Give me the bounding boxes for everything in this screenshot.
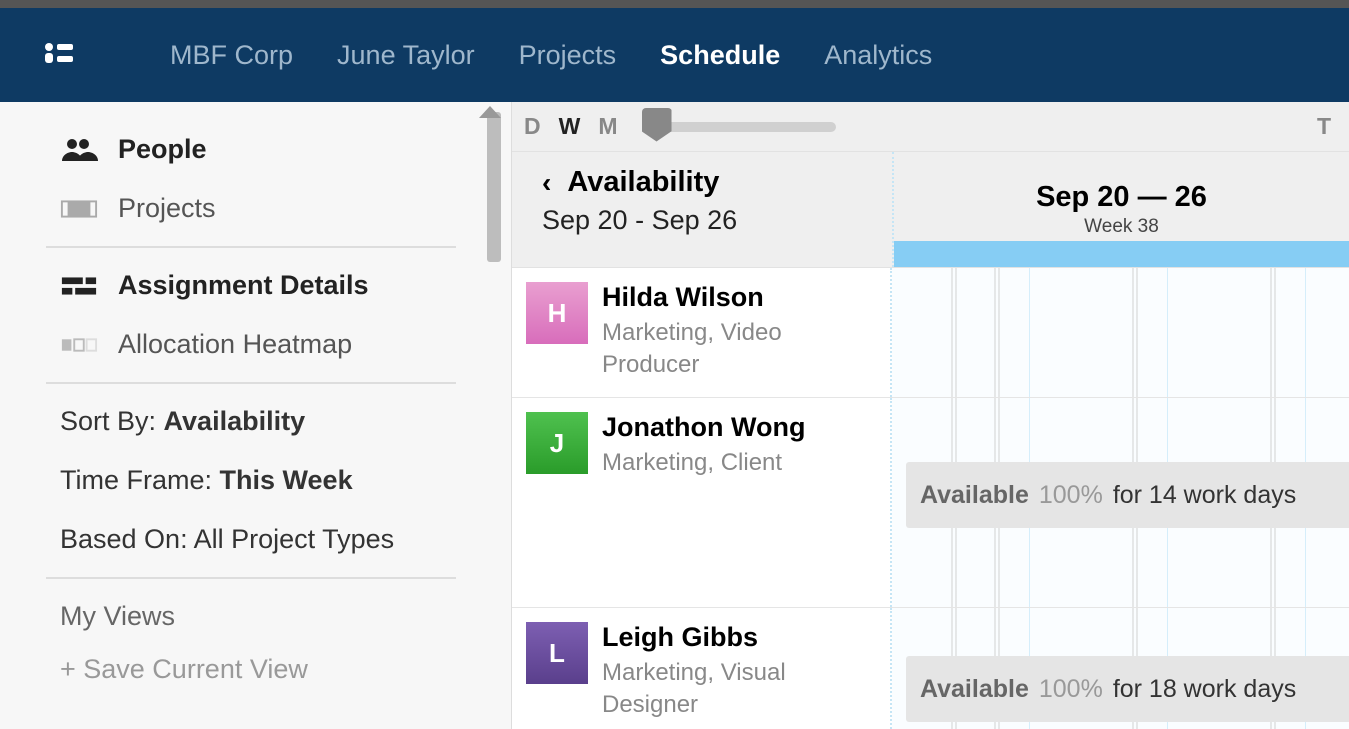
zoom-day[interactable]: D [524,113,541,140]
selection-bar[interactable] [894,241,1349,267]
availability-pill-text: for 18 work days [1113,675,1296,704]
availability-pill-pct: 100% [1039,675,1103,704]
availability-pill-pct: 100% [1039,481,1103,510]
app-logo-icon[interactable] [40,37,76,73]
based-on-label: Based On: [60,524,188,554]
avatar[interactable]: H [526,282,588,344]
sidebar-label-projects: Projects [118,193,216,224]
based-on-row[interactable]: Based On: All Project Types [60,510,456,569]
person-row[interactable]: H Hilda Wilson Marketing, Video Producer [512,268,1349,398]
sort-by-value: Availability [164,406,306,436]
sidebar-item-projects[interactable]: Projects [60,179,456,238]
person-timeline[interactable]: Available 100% for 14 work days [892,398,1349,607]
week-title: Sep 20 — 26 [1036,181,1207,214]
save-current-view[interactable]: + Save Current View [60,646,456,693]
nav-analytics[interactable]: Analytics [824,40,932,71]
nav-projects[interactable]: Projects [519,40,617,71]
zoom-slider-knob[interactable] [642,108,672,142]
zoom-slider[interactable] [646,122,836,132]
person-name: Jonathon Wong [602,412,805,443]
sidebar-item-assignment-details[interactable]: Assignment Details [60,256,456,315]
allocation-heatmap-icon [60,333,100,357]
based-on-value: All Project Types [194,524,395,554]
availability-pill[interactable]: Available 100% for 18 work days [906,656,1349,722]
sidebar-divider-2 [46,382,456,384]
time-frame-value: This Week [220,465,353,495]
availability-header-right: Sep 20 — 26 Week 38 [892,152,1349,267]
week-number: Week 38 [1084,216,1159,238]
main-header: MBF Corp June Taylor Projects Schedule A… [0,8,1349,102]
person-name: Leigh Gibbs [602,622,862,653]
projects-icon [60,197,100,221]
sidebar-scrollbar[interactable] [487,112,501,262]
sidebar-container: People Projects Assignment Details A [0,102,512,729]
person-info: J Jonathon Wong Marketing, Client [512,398,892,607]
time-frame-label: Time Frame: [60,465,212,495]
people-list: H Hilda Wilson Marketing, Video Producer… [512,268,1349,729]
availability-pill[interactable]: Available 100% for 14 work days [906,462,1349,528]
availability-pill-text: for 14 work days [1113,481,1296,510]
sidebar-divider-3 [46,577,456,579]
availability-header: ‹ Availability Sep 20 - Sep 26 Sep 20 — … [512,152,1349,268]
availability-header-left: ‹ Availability Sep 20 - Sep 26 [512,152,892,267]
assignment-details-icon [60,274,100,298]
person-role: Marketing, Visual Designer [602,657,862,722]
sidebar-label-allocation-heatmap: Allocation Heatmap [118,329,352,360]
zoom-week[interactable]: W [559,113,581,140]
sidebar-item-allocation-heatmap[interactable]: Allocation Heatmap [60,315,456,374]
avatar[interactable]: L [526,622,588,684]
nav-user[interactable]: June Taylor [337,40,475,71]
person-row[interactable]: L Leigh Gibbs Marketing, Visual Designer… [512,608,1349,729]
nav-org[interactable]: MBF Corp [170,40,293,71]
zoom-month[interactable]: M [598,113,617,140]
sidebar-label-assignment-details: Assignment Details [118,270,369,301]
sidebar-divider-1 [46,246,456,248]
person-info: H Hilda Wilson Marketing, Video Producer [512,268,892,397]
sort-by-row[interactable]: Sort By: Availability [60,392,456,451]
person-name: Hilda Wilson [602,282,862,313]
sidebar: People Projects Assignment Details A [0,102,480,693]
person-role: Marketing, Video Producer [602,317,862,382]
nav-schedule[interactable]: Schedule [660,40,780,71]
scroll-up-icon[interactable] [479,106,501,118]
availability-date-range: Sep 20 - Sep 26 [542,205,892,236]
avatar[interactable]: J [526,412,588,474]
sidebar-label-people: People [118,134,207,165]
sort-by-label: Sort By: [60,406,156,436]
person-row[interactable]: J Jonathon Wong Marketing, Client Availa… [512,398,1349,608]
main-content: People Projects Assignment Details A [0,102,1349,729]
people-icon [60,137,100,163]
sidebar-item-people[interactable]: People [60,120,456,179]
my-views-heading[interactable]: My Views [60,587,456,646]
person-info: L Leigh Gibbs Marketing, Visual Designer [512,608,892,729]
person-role: Marketing, Client [602,447,805,479]
person-timeline[interactable] [892,268,1349,397]
person-timeline[interactable]: Available 100% for 18 work days [892,608,1349,729]
availability-pill-label: Available [920,481,1029,510]
window-top-strip [0,0,1349,8]
zoom-today[interactable]: T [1317,113,1331,140]
timeline-zoom-row: D W M T Aug 16 Aug 23 Aug 30 [512,102,1349,152]
time-frame-row[interactable]: Time Frame: This Week [60,451,456,510]
schedule-panel: D W M T Aug 16 Aug 23 Aug 30 ‹ Availabil… [512,102,1349,729]
back-icon[interactable]: ‹ [542,167,551,199]
availability-pill-label: Available [920,675,1029,704]
availability-title: Availability [567,166,719,199]
